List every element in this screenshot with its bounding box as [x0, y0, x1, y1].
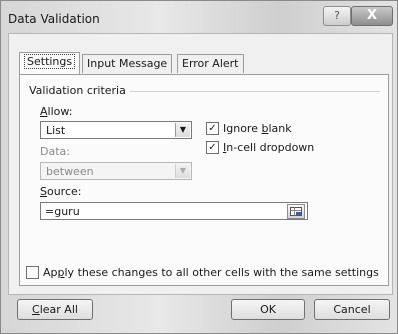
- tab-input-message-label: Input Message: [87, 57, 168, 70]
- tab-error-alert[interactable]: Error Alert: [177, 54, 244, 73]
- range-selector-icon: [290, 207, 302, 216]
- data-validation-dialog: Data Validation ? X Settings Input Messa…: [0, 0, 398, 334]
- data-dropdown[interactable]: between ▼: [40, 162, 192, 180]
- in-cell-dropdown-checkbox[interactable]: ✓: [206, 141, 219, 154]
- cancel-button[interactable]: Cancel: [314, 299, 390, 320]
- apply-all-label: Apply these changes to all other cells w…: [43, 266, 379, 279]
- apply-all-checkbox[interactable]: [26, 266, 39, 279]
- close-button[interactable]: X: [351, 6, 393, 26]
- data-dropdown-value: between: [46, 165, 94, 178]
- range-selector-button[interactable]: [287, 204, 305, 219]
- in-cell-dropdown-label: In-cell dropdown: [223, 141, 315, 154]
- group-divider: [130, 91, 380, 92]
- source-input-value: =guru: [45, 205, 80, 218]
- tab-settings-label: Settings: [24, 54, 76, 69]
- clear-all-button[interactable]: Clear All: [17, 299, 93, 320]
- tab-input-message[interactable]: Input Message: [82, 54, 173, 73]
- settings-panel: Validation criteria Allow: List ▼ ✓ Igno…: [19, 74, 389, 286]
- data-label: Data:: [40, 145, 70, 158]
- title-bar: Data Validation ? X: [1, 1, 397, 35]
- allow-dropdown[interactable]: List ▼: [40, 121, 192, 139]
- source-input[interactable]: =guru: [40, 202, 308, 220]
- ignore-blank-label: Ignore blank: [223, 122, 292, 135]
- tab-error-alert-label: Error Alert: [182, 57, 239, 70]
- tab-settings[interactable]: Settings: [19, 52, 81, 74]
- help-button[interactable]: ?: [323, 6, 351, 26]
- allow-dropdown-value: List: [46, 124, 66, 137]
- ok-button[interactable]: OK: [231, 299, 305, 320]
- validation-criteria-label: Validation criteria: [29, 84, 126, 97]
- dialog-title: Data Validation: [8, 12, 100, 26]
- chevron-down-icon: ▼: [175, 164, 190, 178]
- dialog-body: Settings Input Message Error Alert Valid…: [8, 33, 393, 295]
- chevron-down-icon: ▼: [175, 123, 190, 137]
- source-label: Source:: [40, 185, 82, 198]
- ignore-blank-checkbox[interactable]: ✓: [206, 122, 219, 135]
- allow-label: Allow:: [40, 105, 73, 118]
